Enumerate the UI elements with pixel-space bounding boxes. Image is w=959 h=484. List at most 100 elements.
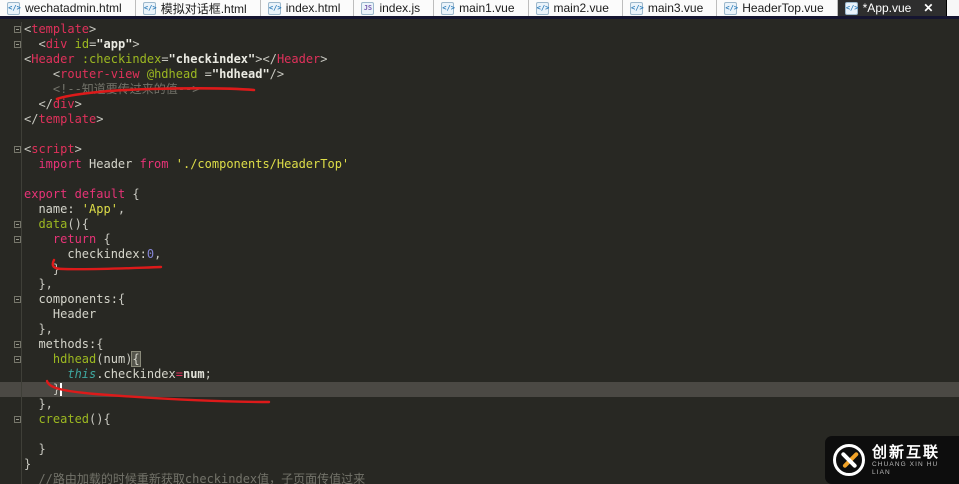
code-line-14[interactable]: data(){ xyxy=(0,217,959,232)
code-line-12[interactable]: export default { xyxy=(0,187,959,202)
tab-bar: </>wechatadmin.html</>模拟对话框.html</>index… xyxy=(0,0,959,19)
code-line-16[interactable]: checkindex:0, xyxy=(0,247,959,262)
tab-main2.vue[interactable]: </>main2.vue xyxy=(529,0,623,16)
gutter xyxy=(0,427,22,442)
tab-close-icon[interactable]: ✕ xyxy=(923,1,933,15)
code-text: }, xyxy=(22,322,53,337)
code-line-10[interactable]: import Header from './components/HeaderT… xyxy=(0,157,959,172)
code-line-8[interactable] xyxy=(0,127,959,142)
code-text: <div id="app"> xyxy=(22,37,140,52)
code-line-5[interactable]: <!--知道要传过来的值--> xyxy=(0,82,959,97)
code-line-30[interactable]: } xyxy=(0,457,959,472)
code-text: <template> xyxy=(22,22,96,37)
code-text: //路由加载的时候重新获取checkindex值，子页面传值过来 xyxy=(22,472,365,484)
gutter xyxy=(0,472,22,484)
gutter xyxy=(0,157,22,172)
code-text: <script> xyxy=(22,142,82,157)
code-text: hdhead(num){ xyxy=(22,352,140,367)
code-line-3[interactable]: <Header :checkindex="checkindex"></Heade… xyxy=(0,52,959,67)
tab-label: main2.vue xyxy=(554,1,609,15)
gutter xyxy=(0,82,22,97)
code-text: } xyxy=(22,262,60,277)
gutter xyxy=(0,337,22,352)
code-line-23[interactable]: hdhead(num){ xyxy=(0,352,959,367)
brand-logo-icon xyxy=(833,444,865,476)
tab-wechatadmin.html[interactable]: </>wechatadmin.html xyxy=(0,0,136,16)
tab--App.vue[interactable]: </>*App.vue✕ xyxy=(838,0,948,16)
code-line-15[interactable]: return { xyxy=(0,232,959,247)
fold-toggle-icon[interactable] xyxy=(14,416,21,423)
tab-HeaderTop.vue[interactable]: </>HeaderTop.vue xyxy=(717,0,837,16)
tab-label: 模拟对话框.html xyxy=(161,0,247,17)
code-line-18[interactable]: }, xyxy=(0,277,959,292)
code-line-29[interactable]: } xyxy=(0,442,959,457)
gutter xyxy=(0,412,22,427)
code-text: }, xyxy=(22,277,53,292)
fold-toggle-icon[interactable] xyxy=(14,221,21,228)
code-text: export default { xyxy=(22,187,140,202)
code-line-4[interactable]: <router-view @hdhead ="hdhead"/> xyxy=(0,67,959,82)
fold-toggle-icon[interactable] xyxy=(14,26,21,33)
code-line-31[interactable]: //路由加载的时候重新获取checkindex值，子页面传值过来 xyxy=(0,472,959,484)
code-line-27[interactable]: created(){ xyxy=(0,412,959,427)
gutter xyxy=(0,442,22,457)
tab-label: HeaderTop.vue xyxy=(742,1,823,15)
code-text: this.checkindex=num; xyxy=(22,367,212,382)
gutter xyxy=(0,127,22,142)
code-line-21[interactable]: }, xyxy=(0,322,959,337)
code-line-13[interactable]: name: 'App', xyxy=(0,202,959,217)
file-code-icon: </> xyxy=(143,2,156,15)
code-line-25[interactable]: } xyxy=(0,382,959,397)
code-line-6[interactable]: </div> xyxy=(0,97,959,112)
code-line-11[interactable] xyxy=(0,172,959,187)
code-text: </div> xyxy=(22,97,82,112)
code-line-9[interactable]: <script> xyxy=(0,142,959,157)
file-code-icon: </> xyxy=(630,2,643,15)
fold-toggle-icon[interactable] xyxy=(14,356,21,363)
gutter xyxy=(0,112,22,127)
fold-toggle-icon[interactable] xyxy=(14,296,21,303)
code-text: } xyxy=(22,442,46,457)
code-text: <!--知道要传过来的值--> xyxy=(22,82,199,97)
code-text: methods:{ xyxy=(22,337,103,352)
code-text: return { xyxy=(22,232,111,247)
code-text: components:{ xyxy=(22,292,125,307)
code-text: <Header :checkindex="checkindex"></Heade… xyxy=(22,52,328,67)
gutter xyxy=(0,367,22,382)
gutter xyxy=(0,352,22,367)
code-line-24[interactable]: this.checkindex=num; xyxy=(0,367,959,382)
code-line-19[interactable]: components:{ xyxy=(0,292,959,307)
tab-main3.vue[interactable]: </>main3.vue xyxy=(623,0,717,16)
gutter xyxy=(0,292,22,307)
code-text xyxy=(22,172,24,187)
gutter xyxy=(0,247,22,262)
tab-main1.vue[interactable]: </>main1.vue xyxy=(434,0,528,16)
tab--.html[interactable]: </> 模拟对话框.html xyxy=(136,0,261,16)
fold-toggle-icon[interactable] xyxy=(14,146,21,153)
code-line-20[interactable]: Header xyxy=(0,307,959,322)
tab-index.js[interactable]: JSindex.js xyxy=(354,0,434,16)
code-line-17[interactable]: } xyxy=(0,262,959,277)
tab-index.html[interactable]: </>index.html xyxy=(261,0,355,16)
fold-toggle-icon[interactable] xyxy=(14,236,21,243)
code-text: <router-view @hdhead ="hdhead"/> xyxy=(22,67,284,82)
code-area[interactable]: <template> <div id="app"><Header :checki… xyxy=(0,22,959,484)
code-line-7[interactable]: </template> xyxy=(0,112,959,127)
tab-label: index.js xyxy=(379,1,420,15)
gutter xyxy=(0,142,22,157)
code-line-28[interactable] xyxy=(0,427,959,442)
code-line-22[interactable]: methods:{ xyxy=(0,337,959,352)
code-line-2[interactable]: <div id="app"> xyxy=(0,37,959,52)
code-text: } xyxy=(22,457,31,472)
gutter xyxy=(0,277,22,292)
code-line-26[interactable]: }, xyxy=(0,397,959,412)
gutter xyxy=(0,217,22,232)
code-line-1[interactable]: <template> xyxy=(0,22,959,37)
gutter xyxy=(0,322,22,337)
watermark-badge: 创新互联 CHUANG XIN HU LIAN xyxy=(825,436,959,484)
fold-toggle-icon[interactable] xyxy=(14,341,21,348)
fold-toggle-icon[interactable] xyxy=(14,41,21,48)
file-code-icon: </> xyxy=(268,2,281,15)
watermark-title: 创新互联 xyxy=(872,444,959,461)
code-text: }, xyxy=(22,397,53,412)
